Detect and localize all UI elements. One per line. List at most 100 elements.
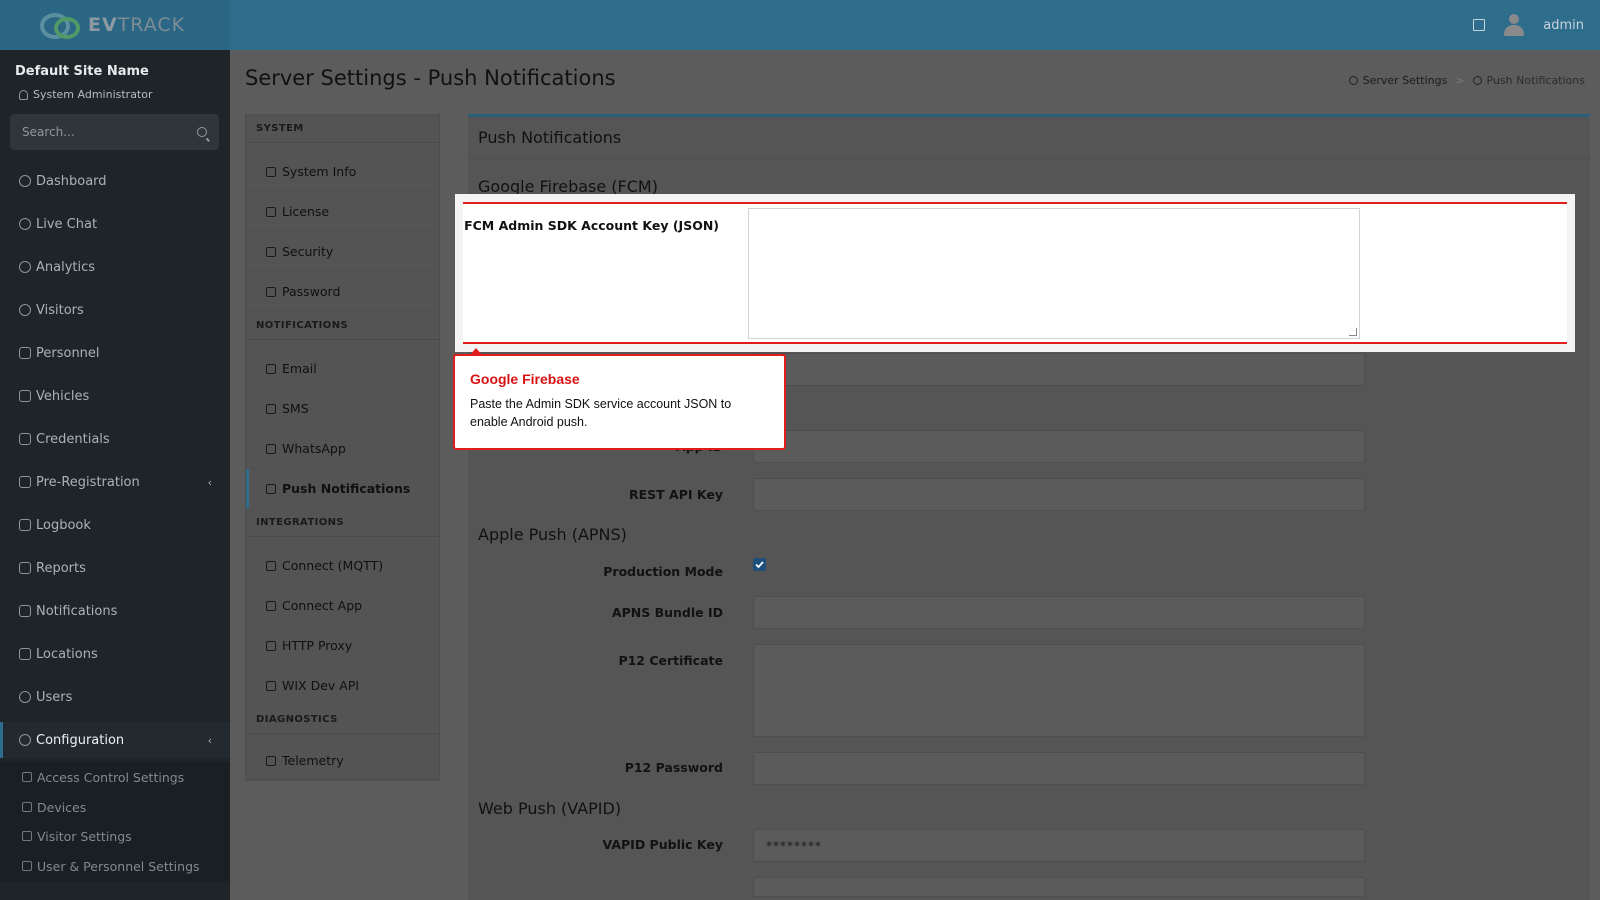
page-title: Server Settings - Push Notifications (245, 66, 616, 90)
sidebar-item-locations[interactable]: Locations (0, 636, 230, 672)
dashboard-icon (19, 175, 31, 187)
building-icon[interactable] (1473, 19, 1486, 31)
menu-item-push-notifications[interactable]: Push Notifications (246, 469, 441, 509)
menu-item-label: Telemetry (282, 753, 344, 768)
sidebar-item-label: Logbook (36, 517, 91, 533)
sidebar-item-reports[interactable]: Reports (0, 550, 230, 586)
wrench-icon (1348, 76, 1358, 85)
vapid-private-key-input[interactable] (753, 877, 1365, 897)
p12-password-input[interactable] (753, 752, 1365, 785)
menu-item-label: WhatsApp (282, 441, 346, 456)
user-role-label: System Administrator (33, 88, 153, 101)
apns-bundle-id-input[interactable] (753, 596, 1365, 629)
sidebar-subitem-access-control[interactable]: Access Control Settings (0, 762, 230, 792)
top-navbar: EVTRACK admin (0, 0, 1600, 50)
menu-item-connect-mqtt[interactable]: Connect (MQTT) (246, 546, 441, 586)
fcm-key-label: FCM Admin SDK Account Key (JSON) (464, 218, 719, 233)
sidebar-item-label: Configuration (36, 732, 125, 748)
sidebar-item-label: Notifications (36, 603, 118, 619)
menu-item-label: Password (282, 284, 341, 299)
sidebar-subitem-visitor-settings[interactable]: Visitor Settings (0, 821, 230, 851)
menu-item-http-proxy[interactable]: HTTP Proxy (246, 626, 441, 666)
menu-item-telemetry[interactable]: Telemetry (246, 741, 441, 781)
code-icon (266, 680, 276, 691)
p12-password-label: P12 Password (624, 760, 723, 775)
p12-certificate-textarea[interactable] (753, 644, 1365, 737)
sidebar-search[interactable]: Search... (10, 114, 219, 150)
sidebar-item-visitors[interactable]: Visitors (0, 292, 230, 328)
sidebar-subitem-label: Visitor Settings (37, 828, 132, 844)
search-icon[interactable] (197, 127, 207, 137)
car-icon (19, 390, 31, 402)
globe-icon (266, 640, 276, 651)
envelope-icon (266, 363, 276, 374)
target-icon (19, 261, 31, 273)
sidebar-item-users[interactable]: Users (0, 679, 230, 715)
menu-item-label: License (282, 204, 330, 219)
brand-logo[interactable]: EVTRACK (0, 0, 230, 50)
plug-icon (266, 560, 276, 571)
sidebar-item-live-chat[interactable]: Live Chat (0, 206, 230, 242)
user-role: System Administrator (19, 88, 153, 101)
menu-item-email[interactable]: Email (246, 349, 441, 389)
sidebar-item-credentials[interactable]: Credentials (0, 421, 230, 457)
sidebar-item-analytics[interactable]: Analytics (0, 249, 230, 285)
eye-icon (19, 304, 31, 316)
menu-item-label: Connect (MQTT) (282, 558, 384, 573)
breadcrumb-server-settings[interactable]: Server Settings (1363, 74, 1448, 87)
sidebar-item-label: Pre-Registration (36, 474, 140, 490)
panel-title: Push Notifications (468, 117, 1590, 159)
menu-item-password[interactable]: Password (246, 272, 441, 312)
menu-item-label: Security (282, 244, 334, 259)
fcm-key-textarea[interactable] (748, 208, 1360, 339)
sidebar-item-label: Visitors (36, 302, 84, 318)
bell-icon (266, 483, 276, 494)
menu-item-license[interactable]: License (246, 192, 441, 232)
sidebar-item-label: Credentials (36, 431, 110, 447)
vapid-public-key-input[interactable]: ******** (753, 829, 1365, 862)
lock-icon (22, 772, 32, 782)
menu-item-sms[interactable]: SMS (246, 389, 441, 429)
sidebar-item-label: Users (36, 689, 73, 705)
menu-item-connect-app[interactable]: Connect App (246, 586, 441, 626)
menu-item-security[interactable]: Security (246, 232, 441, 272)
sidebar-item-logbook[interactable]: Logbook (0, 507, 230, 543)
sidebar-item-dashboard[interactable]: Dashboard (0, 163, 230, 199)
p12-certificate-label: P12 Certificate (618, 653, 723, 668)
chevron-left-icon[interactable]: ‹ (208, 476, 212, 489)
app-id-input[interactable] (753, 353, 1365, 386)
tour-tooltip: Google Firebase Paste the Admin SDK serv… (453, 348, 786, 450)
section-title-vapid: Web Push (VAPID) (478, 799, 622, 818)
brand-name: EVTRACK (88, 14, 186, 36)
apns-bundle-id-label: APNS Bundle ID (611, 605, 723, 620)
app-id-field[interactable] (753, 430, 1365, 463)
avatar[interactable] (1503, 13, 1525, 37)
menu-header-notifications: NOTIFICATIONS (246, 312, 441, 340)
menu-item-label: HTTP Proxy (282, 638, 353, 653)
sidebar-item-notifications[interactable]: Notifications (0, 593, 230, 629)
key-icon (266, 206, 276, 217)
sidebar-item-configuration[interactable]: Configuration ‹ (0, 722, 230, 758)
menu-item-label: System Info (282, 164, 357, 179)
production-mode-checkbox[interactable] (753, 558, 766, 571)
sidebar-subitem-label: User & Personnel Settings (37, 858, 200, 874)
user-name[interactable]: admin (1543, 18, 1584, 33)
settings-menu: SYSTEM System Info License Security Pass… (245, 114, 441, 781)
search-input[interactable]: Search... (22, 125, 75, 139)
menu-item-system-info[interactable]: System Info (246, 152, 441, 192)
section-title-fcm: Google Firebase (FCM) (478, 177, 658, 196)
phone-icon (266, 403, 276, 414)
sidebar-subitem-devices[interactable]: Devices (0, 792, 230, 822)
gear-icon (19, 734, 31, 746)
menu-item-wix-dev-api[interactable]: WIX Dev API (246, 666, 441, 706)
eye-icon (22, 831, 32, 841)
sidebar-subitem-user-personnel[interactable]: User & Personnel Settings (0, 851, 230, 881)
sidebar-item-label: Reports (36, 560, 86, 576)
rest-api-key-input[interactable] (753, 478, 1365, 511)
sidebar-item-pre-registration[interactable]: Pre-Registration ‹ (0, 464, 230, 500)
sidebar-item-label: Locations (36, 646, 98, 662)
sidebar-item-vehicles[interactable]: Vehicles (0, 378, 230, 414)
menu-item-whatsapp[interactable]: WhatsApp (246, 429, 441, 469)
chevron-left-icon[interactable]: ‹ (208, 734, 212, 747)
sidebar-item-personnel[interactable]: Personnel (0, 335, 230, 371)
